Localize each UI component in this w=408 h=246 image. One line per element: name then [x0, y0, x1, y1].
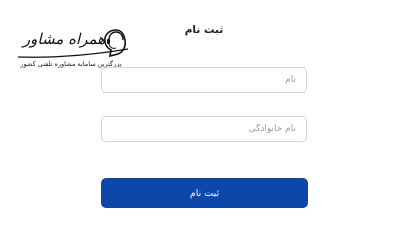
signup-button[interactable]: ثبت نام — [101, 178, 308, 208]
last-name-input[interactable] — [101, 116, 307, 142]
signup-page: همراه مشاور بزرگترین سامانه مشاوره تلفنی… — [0, 0, 408, 246]
form-title: ثبت نام — [184, 24, 224, 36]
first-name-input[interactable] — [101, 67, 307, 93]
